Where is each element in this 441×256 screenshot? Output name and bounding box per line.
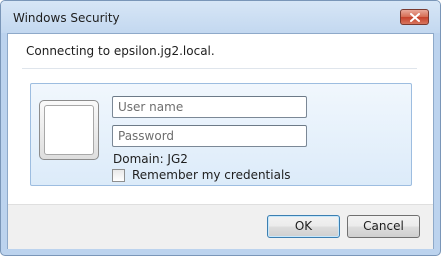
dialog-body: Connecting to epsilon.jg2.local. Domain:…: [7, 33, 434, 249]
title-bar[interactable]: Windows Security: [1, 1, 440, 33]
username-input[interactable]: [112, 96, 307, 118]
credential-tile: Domain: JG2 Remember my credentials: [30, 83, 412, 186]
user-tile-icon: [39, 100, 99, 160]
connecting-message: Connecting to epsilon.jg2.local.: [26, 44, 215, 58]
remember-label[interactable]: Remember my credentials: [132, 168, 291, 182]
password-input[interactable]: [112, 125, 307, 147]
user-tile-frame: [44, 105, 94, 155]
domain-label: Domain: JG2: [113, 152, 188, 166]
close-button[interactable]: [400, 9, 429, 25]
window-title: Windows Security: [13, 11, 120, 25]
remember-checkbox[interactable]: [112, 169, 125, 182]
windows-security-dialog: Windows Security Connecting to epsilon.j…: [0, 0, 441, 256]
close-icon: [410, 13, 420, 22]
cancel-button[interactable]: Cancel: [347, 215, 420, 238]
separator: [22, 68, 417, 69]
ok-button[interactable]: OK: [267, 215, 340, 238]
button-bar: OK Cancel: [8, 204, 433, 249]
